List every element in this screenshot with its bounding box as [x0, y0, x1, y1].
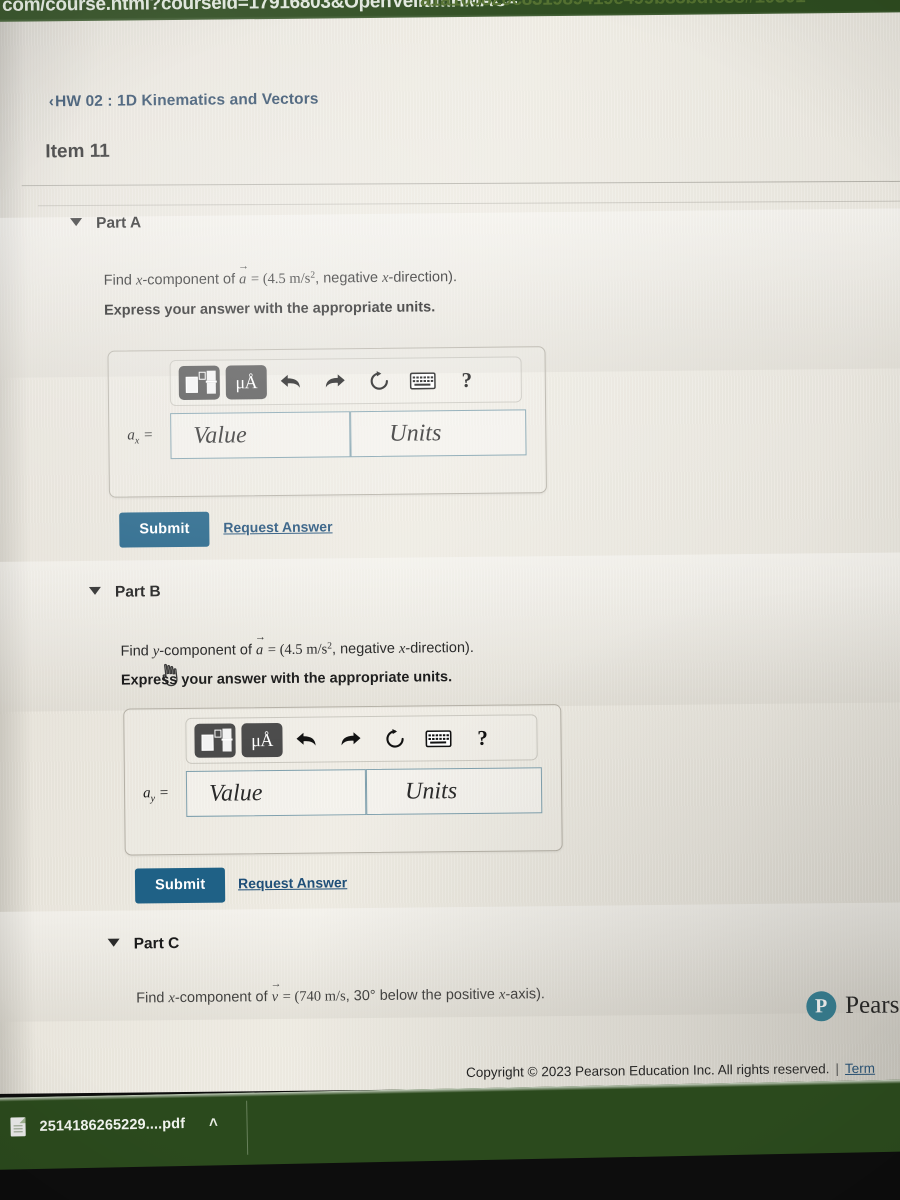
download-item[interactable]: 2514186265229....pdf ˄ — [10, 1113, 218, 1137]
page-left-shadow — [0, 21, 44, 1094]
footer-separator: | — [835, 1061, 840, 1077]
part-a-request-answer-link[interactable]: Request Answer — [223, 518, 332, 535]
part-b-submit-button[interactable]: Submit — [134, 867, 226, 904]
pearson-wordmark: Pearson — [845, 991, 900, 1020]
screen-photo: com/course.html?courseId=17916803&OpenVe… — [0, 0, 900, 1200]
downloads-bar-divider — [246, 1100, 249, 1155]
download-file-name: 2514186265229....pdf — [39, 1115, 186, 1135]
copyright-line: Copyright © 2023 Pearson Education Inc. … — [466, 1061, 875, 1080]
reset-icon[interactable] — [361, 366, 397, 396]
units-button[interactable]: μÅ — [225, 365, 267, 400]
downloads-bar: 2514186265229....pdf ˄ — [0, 1079, 900, 1170]
help-icon[interactable]: ? — [464, 723, 500, 753]
part-b-prompt: Find y-component of a = (4.5 m/s2, negat… — [121, 640, 474, 661]
collapse-caret-icon[interactable] — [107, 938, 120, 947]
part-a-instruction: Express your answer with the appropriate… — [103, 299, 436, 319]
address-bar-url-tail: a1a105820c831989419e499b85bdfc38#10301 — [420, 0, 805, 12]
part-b-answer-box: μÅ ? ay = Value Units — [123, 704, 563, 856]
collapse-caret-icon[interactable] — [88, 586, 102, 595]
back-chevron-icon[interactable]: ‹ — [49, 93, 54, 110]
part-a-header[interactable]: Part A — [70, 214, 141, 233]
part-a-math-toolbar: μÅ ? — [169, 356, 523, 407]
units-placeholder: Units — [389, 419, 442, 447]
pearson-logo: P Pearson — [806, 990, 900, 1022]
part-c-label: Part C — [133, 935, 180, 953]
redo-icon[interactable] — [332, 724, 368, 754]
part-a-prompt: Find x-component of a = (4.5 m/s2, negat… — [104, 269, 457, 290]
pearson-mark-icon: P — [806, 991, 837, 1022]
part-b-request-answer-link[interactable]: Request Answer — [238, 874, 347, 891]
reset-icon[interactable] — [376, 724, 412, 754]
math-template-icon[interactable] — [194, 723, 236, 758]
units-button[interactable]: μÅ — [241, 722, 283, 758]
undo-icon[interactable] — [288, 724, 324, 754]
part-b-field-row: ay = Value Units — [125, 767, 561, 820]
part-a-submit-button[interactable]: Submit — [119, 511, 210, 548]
chevron-up-icon[interactable]: ˄ — [209, 1114, 218, 1131]
collapse-caret-icon[interactable] — [70, 218, 83, 227]
part-b-math-toolbar: μÅ ? — [185, 714, 538, 764]
browser-viewport: ‹HW 02 : 1D Kinematics and Vectors Item … — [0, 12, 900, 1094]
part-c-prompt: Find x-component of v = (740 m/s, 30° be… — [136, 986, 545, 1007]
part-b-header[interactable]: Part B — [88, 583, 161, 602]
math-template-icon[interactable] — [178, 365, 220, 400]
part-b-variable-label: ay = — [143, 785, 169, 805]
help-icon[interactable]: ? — [449, 365, 485, 395]
part-c-header[interactable]: Part C — [107, 935, 180, 954]
part-a-label: Part A — [96, 214, 142, 232]
part-b-label: Part B — [114, 583, 161, 601]
undo-icon[interactable] — [273, 367, 309, 397]
part-a-field-row: ax = Value Units — [109, 409, 545, 462]
keyboard-icon[interactable] — [405, 365, 441, 395]
keyboard-icon[interactable] — [420, 723, 456, 753]
part-b-instruction: Express your answer with the appropriate… — [120, 669, 453, 689]
part-a-units-input[interactable]: Units — [350, 409, 527, 458]
value-placeholder: Value — [208, 779, 263, 807]
part-b-units-input[interactable]: Units — [365, 767, 543, 816]
divider-2 — [37, 200, 900, 207]
breadcrumb-label: HW 02 : 1D Kinematics and Vectors — [55, 90, 319, 111]
breadcrumb[interactable]: ‹HW 02 : 1D Kinematics and Vectors — [49, 91, 319, 112]
pdf-file-icon — [10, 1117, 26, 1137]
part-b-value-input[interactable]: Value — [185, 769, 367, 817]
divider-1 — [21, 180, 900, 187]
terms-link[interactable]: Term — [845, 1061, 875, 1076]
redo-icon[interactable] — [317, 366, 353, 396]
value-placeholder: Value — [193, 421, 247, 449]
page-title: Item 11 — [45, 140, 110, 163]
part-a-value-input[interactable]: Value — [170, 411, 351, 460]
copyright-text: Copyright © 2023 Pearson Education Inc. … — [466, 1061, 830, 1081]
part-a-variable-label: ax = — [127, 427, 154, 447]
units-placeholder: Units — [404, 777, 458, 805]
part-a-answer-box: μÅ ? ax = Value Units — [107, 346, 547, 498]
